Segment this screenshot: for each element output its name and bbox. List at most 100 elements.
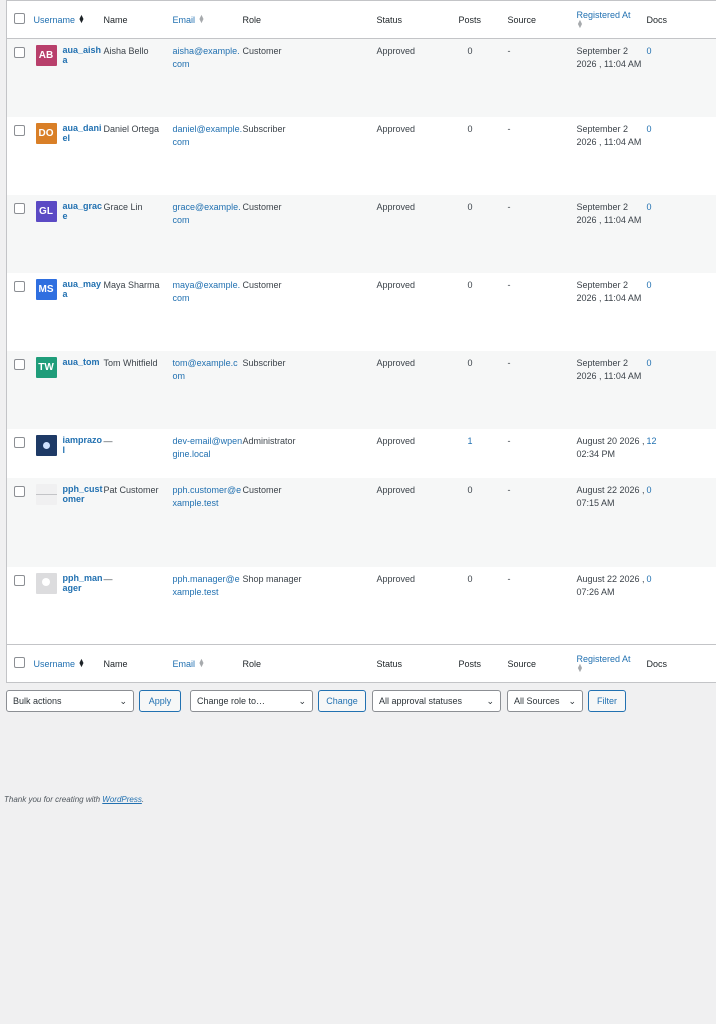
column-status-label: Status <box>376 14 403 25</box>
row-checkbox[interactable] <box>14 47 25 58</box>
column-source-label: Source <box>507 14 537 25</box>
source-cell: - <box>507 357 511 368</box>
table-row: DO aua_daniel Daniel Ortega daniel@example.… <box>6 116 716 195</box>
row-checkbox-cell[interactable] <box>7 429 34 478</box>
bulk-actions-value: Bulk actions <box>13 696 62 706</box>
sort-arrows-icon[interactable]: ▲ ▼ <box>78 14 85 25</box>
email-link[interactable]: pph.manager@example.test <box>173 567 243 645</box>
select-all-checkbox-cell-footer[interactable] <box>7 645 34 683</box>
posts-cell[interactable]: 1 <box>459 429 508 478</box>
approval-status-select[interactable]: All approval statuses ⌄ <box>372 690 501 712</box>
docs-link[interactable]: 0 <box>647 117 716 195</box>
column-name: Name <box>104 1 173 39</box>
column-source-label: Source <box>507 658 537 669</box>
sources-select[interactable]: All Sources ⌄ <box>507 690 583 712</box>
column-registered[interactable]: Registered At ▲ ▼ <box>577 1 647 39</box>
row-checkbox[interactable] <box>14 124 25 136</box>
table-row: iamprazol — dev-email@wpengine.local Admini… <box>6 428 716 478</box>
table-row: pph_customer Pat Customer pph.customer@exa… <box>6 477 716 567</box>
change-role-select[interactable]: Change role to… ⌄ <box>190 690 313 712</box>
email-link[interactable]: daniel@example.com <box>173 117 243 195</box>
column-docs-label: Docs <box>646 658 668 669</box>
sort-arrows-icon[interactable]: ▲ ▼ <box>198 658 205 669</box>
column-docs: Docs <box>647 645 716 683</box>
column-registered[interactable]: Registered At ▲ ▼ <box>577 645 647 683</box>
column-email[interactable]: Email ▲ ▼ <box>173 645 243 683</box>
role-cell: Customer <box>242 279 282 290</box>
username-cell: DO aua_daniel <box>34 117 104 195</box>
email-link[interactable]: maya@example.com <box>173 273 243 351</box>
sort-arrows-icon[interactable]: ▲ ▼ <box>198 14 205 25</box>
docs-link[interactable]: 0 <box>647 273 716 351</box>
bulk-actions-select[interactable]: Bulk actions ⌄ <box>6 690 134 712</box>
column-name: Name <box>104 645 173 683</box>
column-registered-label[interactable]: Registered At <box>577 10 631 20</box>
row-checkbox-cell[interactable] <box>7 478 34 567</box>
sort-arrows-icon[interactable]: ▲ ▼ <box>78 658 85 669</box>
wordpress-link[interactable]: WordPress <box>102 795 142 804</box>
avatar-initials: GL <box>39 205 53 217</box>
status-cell: Approved <box>376 435 416 446</box>
row-checkbox[interactable] <box>14 485 25 497</box>
column-email-label[interactable]: Email <box>173 15 196 25</box>
column-posts: Posts <box>459 645 508 683</box>
role-cell: Subscriber <box>242 357 286 368</box>
row-checkbox-cell[interactable] <box>7 567 34 645</box>
docs-link[interactable]: 0 <box>647 39 716 117</box>
row-checkbox-cell[interactable] <box>7 117 34 195</box>
column-registered-label[interactable]: Registered At <box>577 654 631 664</box>
registered-cell: August 20 2026 , 02:34 PM <box>576 435 645 459</box>
registered-cell: September 2 2026 , 11:04 AM <box>576 357 642 381</box>
row-checkbox[interactable] <box>14 574 25 586</box>
docs-link[interactable]: 0 <box>647 478 716 567</box>
select-all-checkbox[interactable] <box>14 13 25 24</box>
chevron-down-icon: ⌄ <box>486 696 494 706</box>
registered-cell: September 2 2026 , 11:04 AM <box>576 279 642 303</box>
row-checkbox[interactable] <box>14 436 25 448</box>
apply-button[interactable]: Apply <box>139 690 181 712</box>
column-username-label[interactable]: Username <box>34 659 76 669</box>
docs-link[interactable]: 0 <box>647 567 716 645</box>
column-email[interactable]: Email ▲ ▼ <box>173 1 243 39</box>
row-checkbox-cell[interactable] <box>7 351 34 429</box>
posts-count: 0 <box>467 484 473 495</box>
row-checkbox-cell[interactable] <box>7 39 34 117</box>
email-link[interactable]: pph.customer@example.test <box>173 478 243 567</box>
row-checkbox[interactable] <box>14 280 25 292</box>
docs-link[interactable]: 0 <box>647 195 716 273</box>
select-all-checkbox[interactable] <box>14 657 25 668</box>
column-username[interactable]: Username ▲ ▼ <box>34 645 104 683</box>
email-link[interactable]: aisha@example.com <box>173 39 243 117</box>
posts-count[interactable]: 1 <box>468 435 473 448</box>
column-role-label: Role <box>242 14 262 25</box>
status-cell: Approved <box>376 123 416 134</box>
registered-cell: August 22 2026 , 07:26 AM <box>576 573 645 597</box>
sort-arrows-icon[interactable]: ▲ ▼ <box>577 19 584 30</box>
avatar <box>35 572 57 594</box>
column-email-label[interactable]: Email <box>173 659 196 669</box>
row-checkbox[interactable] <box>14 358 25 370</box>
filter-button[interactable]: Filter <box>588 690 626 712</box>
role-cell: Shop manager <box>242 573 302 584</box>
role-cell: Customer <box>242 46 282 56</box>
avatar-initials: DO <box>38 127 54 139</box>
row-checkbox-cell[interactable] <box>7 273 34 351</box>
docs-link[interactable]: 0 <box>647 351 716 429</box>
row-checkbox[interactable] <box>14 202 25 214</box>
email-link[interactable]: grace@example.com <box>173 195 243 273</box>
docs-link[interactable]: 12 <box>647 429 716 478</box>
status-cell: Approved <box>376 46 416 56</box>
select-all-checkbox-cell[interactable] <box>7 1 34 39</box>
row-checkbox-cell[interactable] <box>7 195 34 273</box>
email-link[interactable]: tom@example.com <box>173 351 243 429</box>
email-link[interactable]: dev-email@wpengine.local <box>173 429 243 478</box>
column-username[interactable]: Username ▲ ▼ <box>34 1 104 39</box>
avatar <box>35 483 57 505</box>
column-docs-label: Docs <box>646 14 668 25</box>
column-username-label[interactable]: Username <box>34 15 76 25</box>
sort-arrows-icon[interactable]: ▲ ▼ <box>577 663 584 674</box>
avatar: DO <box>35 122 57 144</box>
status-cell: Approved <box>376 279 416 290</box>
change-button[interactable]: Change <box>318 690 366 712</box>
avatar-initials: MS <box>38 283 54 295</box>
